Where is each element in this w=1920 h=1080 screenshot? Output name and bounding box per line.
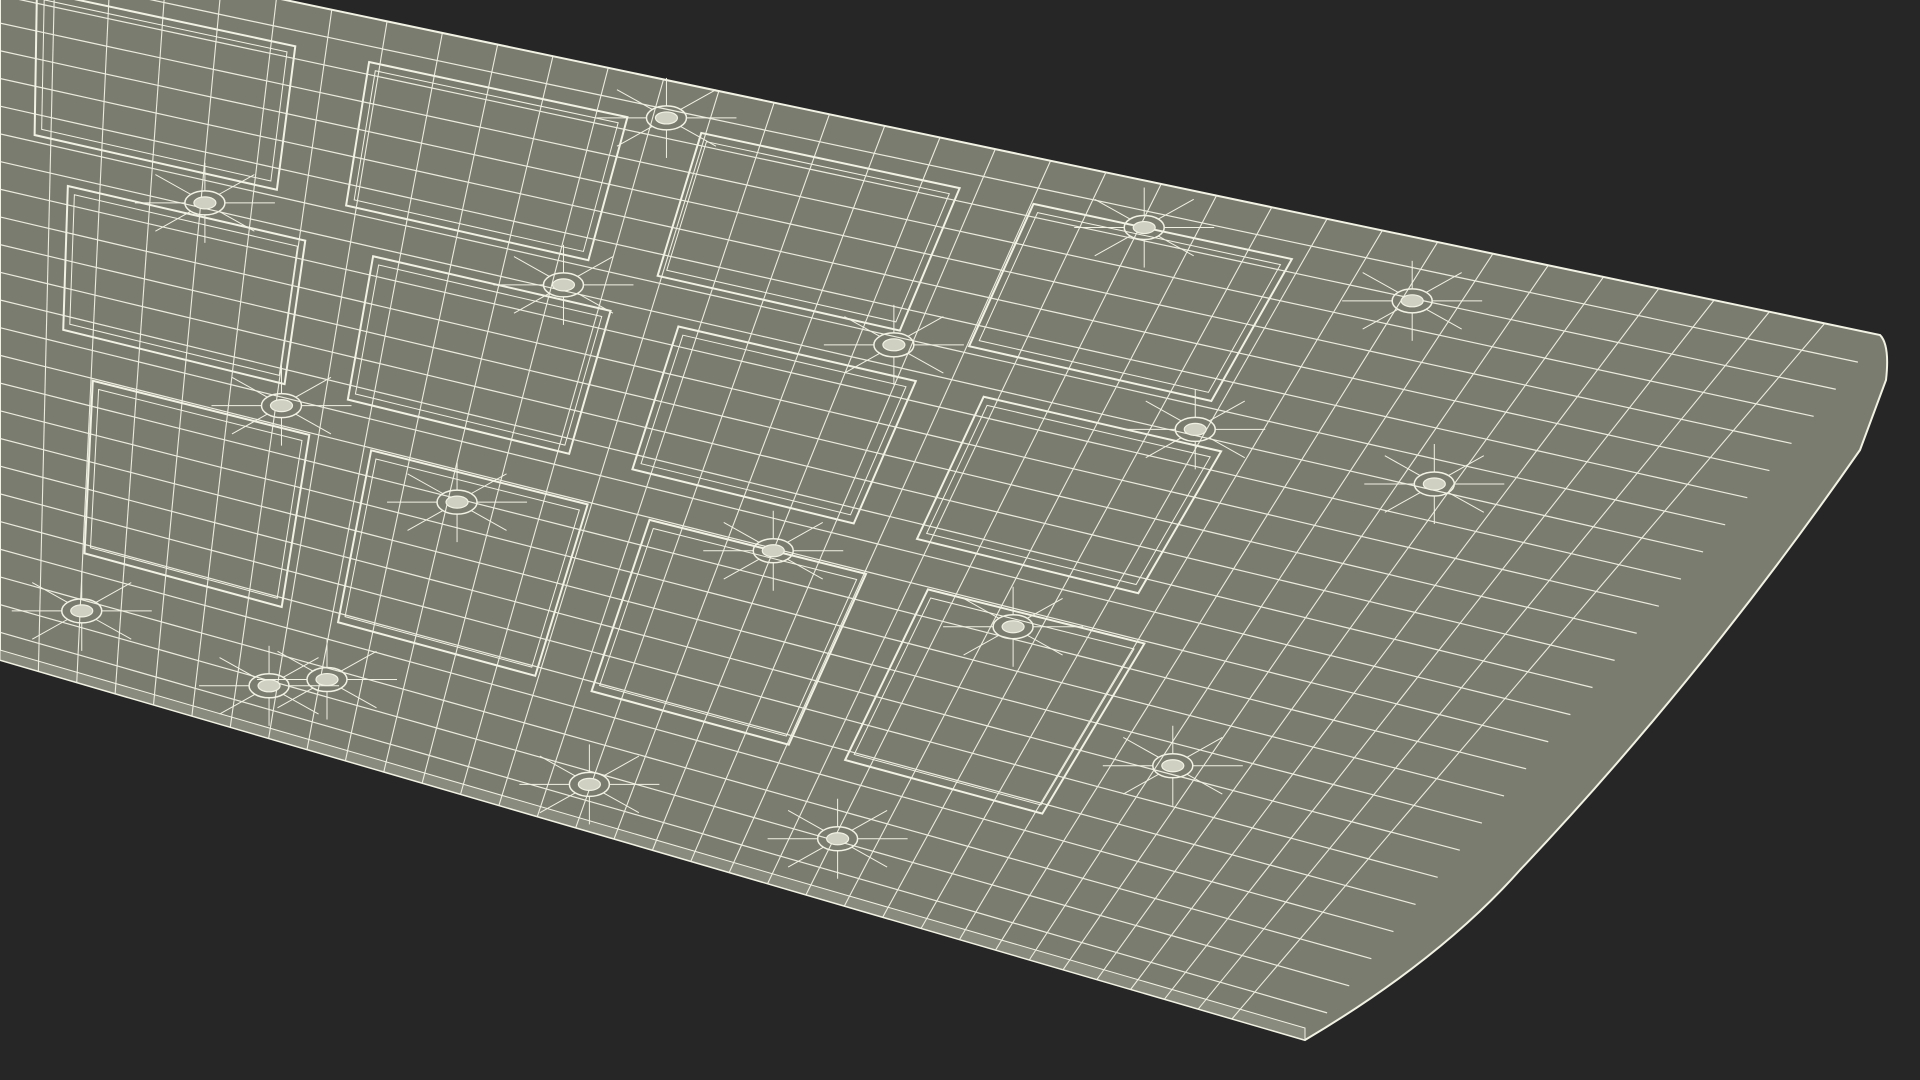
mounting-hole — [257, 639, 397, 720]
panel-surface — [0, 0, 1889, 1042]
mounting-hole — [11, 570, 152, 651]
mounting-hole — [1364, 444, 1505, 525]
mounting-hole — [493, 244, 634, 325]
mounting-hole — [1342, 260, 1483, 341]
panel-mesh — [0, 0, 1889, 1042]
mounting-hole — [596, 77, 737, 158]
mounting-hole — [1074, 187, 1215, 268]
mounting-hole — [519, 744, 660, 825]
wireframe-scene — [0, 0, 1889, 1042]
mounting-hole — [1102, 725, 1243, 806]
mounting-hole — [1125, 389, 1266, 470]
mounting-hole — [823, 304, 964, 385]
mounting-hole — [134, 162, 275, 243]
mounting-hole — [199, 645, 340, 726]
mounting-hole — [703, 510, 844, 591]
mounting-hole — [211, 365, 352, 446]
mounting-hole — [943, 586, 1084, 667]
viewport — [0, 0, 1920, 1080]
mounting-hole — [387, 462, 528, 543]
mounting-hole — [767, 798, 908, 879]
